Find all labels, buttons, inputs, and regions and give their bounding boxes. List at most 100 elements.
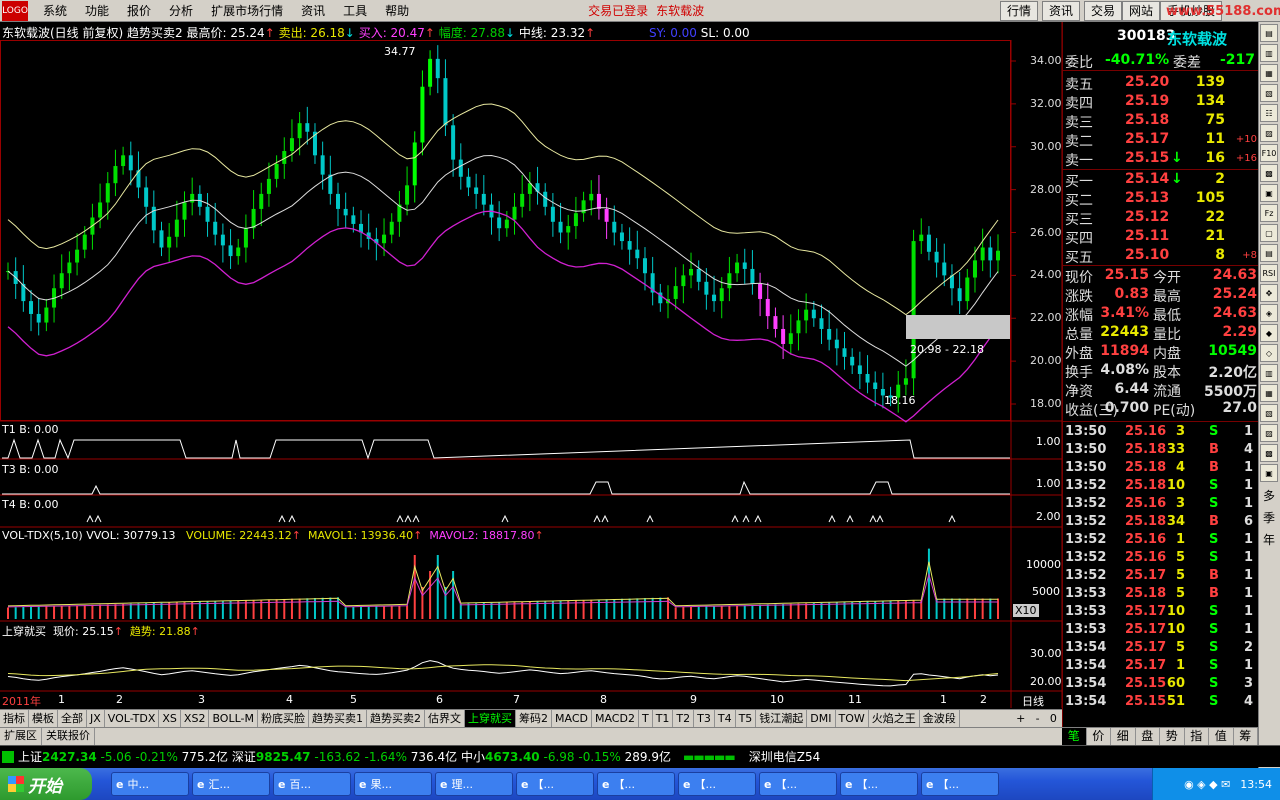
taskbar-item[interactable]: e 中... <box>111 772 189 796</box>
toolbar-icon-5[interactable]: ☷ <box>1260 104 1278 122</box>
chart-area[interactable] <box>0 22 1062 720</box>
side-tab-nian[interactable]: 年 <box>1259 528 1279 550</box>
menu-system[interactable]: 系统 <box>34 2 76 19</box>
toolbar-icon-9[interactable]: ▣ <box>1260 184 1278 202</box>
toolbar-icon-17[interactable]: ◇ <box>1260 344 1278 362</box>
zoom-out-icon[interactable]: - <box>1036 712 1040 725</box>
menu-help[interactable]: 帮助 <box>376 2 418 19</box>
taskbar-item[interactable]: e 【... <box>516 772 594 796</box>
taskbar-item[interactable]: e 百... <box>273 772 351 796</box>
indicator-tab[interactable]: 估界文 <box>425 710 465 727</box>
side-tab-ji[interactable]: 季 <box>1259 506 1279 528</box>
indicator-tab[interactable]: 趋势买卖1 <box>309 710 367 727</box>
candle-body <box>627 241 632 250</box>
toolbar-icon-23[interactable]: ▣ <box>1260 464 1278 482</box>
indicator-tab[interactable]: 筹码2 <box>516 710 552 727</box>
indicator-tab[interactable]: VOL-TDX <box>105 710 160 727</box>
indicator-tab[interactable]: 钱江潮起 <box>756 710 808 727</box>
right-tab[interactable]: 价 <box>1087 728 1111 745</box>
toolbar-icon-10[interactable]: Fz <box>1260 204 1278 222</box>
zoom-reset-icon[interactable]: 0 <box>1050 712 1057 725</box>
indicator-tab[interactable]: MACD <box>552 710 592 727</box>
indicator-tab[interactable]: T3 <box>694 710 715 727</box>
toolbar-icon-22[interactable]: ▩ <box>1260 444 1278 462</box>
toolbar-icon-8[interactable]: ▩ <box>1260 164 1278 182</box>
indicator-tab[interactable]: 指标 <box>0 710 29 727</box>
toolbar-icon-20[interactable]: ▧ <box>1260 404 1278 422</box>
taskbar-item[interactable]: e 【... <box>678 772 756 796</box>
indicator-tab[interactable]: XS <box>159 710 181 727</box>
toolbar-icon-21[interactable]: ▨ <box>1260 424 1278 442</box>
indicator-tab[interactable]: T4 <box>715 710 736 727</box>
indicator-tab[interactable]: 粉底买脸 <box>258 710 309 727</box>
right-tab[interactable]: 势 <box>1160 728 1185 745</box>
indicator-tab[interactable]: T5 <box>736 710 757 727</box>
candle-body <box>957 288 962 302</box>
toolbar-icon-15[interactable]: ◈ <box>1260 304 1278 322</box>
right-tab[interactable]: 盘 <box>1136 728 1160 745</box>
zoom-controls[interactable]: + -0 <box>1011 709 1062 727</box>
menu-function[interactable]: 功能 <box>76 2 118 19</box>
toolbar-icon-1[interactable]: ▤ <box>1260 24 1278 42</box>
tab-extension[interactable]: 扩展区 <box>0 728 42 745</box>
menu-tools[interactable]: 工具 <box>334 2 376 19</box>
menu-extended-market[interactable]: 扩展市场行情 <box>202 2 292 19</box>
menu-quote[interactable]: 报价 <box>118 2 160 19</box>
toolbar-icon-12[interactable]: ▤ <box>1260 244 1278 262</box>
start-button[interactable]: 开始 <box>0 768 92 800</box>
indicator-tab[interactable]: JX <box>87 710 105 727</box>
toolbar-icon-7[interactable]: F10 <box>1260 144 1278 162</box>
btn-market[interactable]: 行情 <box>1000 1 1039 21</box>
toolbar-icon-13[interactable]: RSI <box>1260 264 1278 282</box>
taskbar-item[interactable]: e 【... <box>597 772 675 796</box>
toolbar-icon-2[interactable]: ▥ <box>1260 44 1278 62</box>
toolbar-icon-19[interactable]: ▦ <box>1260 384 1278 402</box>
taskbar-item[interactable]: e 【... <box>921 772 999 796</box>
indicator-tab[interactable]: XS2 <box>181 710 210 727</box>
indicator-tab[interactable]: MACD2 <box>592 710 639 727</box>
btn-trade[interactable]: 交易 <box>1084 1 1123 21</box>
indicator-tab[interactable]: T <box>639 710 653 727</box>
indicator-tab[interactable]: T2 <box>673 710 695 727</box>
indicator-tab[interactable]: 模板 <box>29 710 58 727</box>
toolbar-icon-3[interactable]: ▦ <box>1260 64 1278 82</box>
indicator-tab[interactable]: 金波段 <box>920 710 960 727</box>
right-tab[interactable]: 指 <box>1185 728 1209 745</box>
taskbar-item[interactable]: e 果... <box>354 772 432 796</box>
right-tab[interactable]: 细 <box>1111 728 1136 745</box>
tick-cell: 25.16 <box>1125 424 1167 439</box>
indicator-tab[interactable]: TOW <box>836 710 869 727</box>
taskbar-item[interactable]: e 【... <box>840 772 918 796</box>
zx-amount: 289.9亿 <box>624 750 672 764</box>
side-tab-duo[interactable]: 多 <box>1259 484 1279 506</box>
indicator-tab[interactable]: 上穿就买 <box>465 710 516 727</box>
zoom-in-icon[interactable]: + <box>1016 712 1025 725</box>
indicator-tab[interactable]: 全部 <box>58 710 87 727</box>
right-tab[interactable]: 值 <box>1209 728 1234 745</box>
btn-website[interactable]: 网站 <box>1122 1 1161 21</box>
toolbar-icon-4[interactable]: ▧ <box>1260 84 1278 102</box>
right-tab[interactable]: 筹 <box>1234 728 1258 745</box>
toolbar-icon-16[interactable]: ◆ <box>1260 324 1278 342</box>
indicator-tab[interactable]: DMI <box>807 710 836 727</box>
taskbar-item[interactable]: e 理... <box>435 772 513 796</box>
indicator-tab[interactable]: T1 <box>653 710 674 727</box>
taskbar-item[interactable]: e 【... <box>759 772 837 796</box>
toolbar-icon-11[interactable]: ▢ <box>1260 224 1278 242</box>
candle-body <box>121 155 126 167</box>
toolbar-icon-6[interactable]: ▨ <box>1260 124 1278 142</box>
menu-news[interactable]: 资讯 <box>292 2 334 19</box>
taskbar-item[interactable]: e 汇... <box>192 772 270 796</box>
indicator-tab[interactable]: 趋势买卖2 <box>367 710 425 727</box>
candle-body <box>458 159 463 177</box>
indicator-tab[interactable]: 火焰之王 <box>869 710 920 727</box>
toolbar-icon-18[interactable]: ▥ <box>1260 364 1278 382</box>
tab-related-quote[interactable]: 关联报价 <box>42 728 95 745</box>
menu-analysis[interactable]: 分析 <box>160 2 202 19</box>
candle-body <box>75 249 80 263</box>
btn-info[interactable]: 资讯 <box>1042 1 1081 21</box>
right-tab[interactable]: 笔 <box>1062 728 1087 745</box>
bids-label: 买一 <box>1065 174 1093 190</box>
toolbar-icon-14[interactable]: ✥ <box>1260 284 1278 302</box>
indicator-tab[interactable]: BOLL-M <box>209 710 258 727</box>
